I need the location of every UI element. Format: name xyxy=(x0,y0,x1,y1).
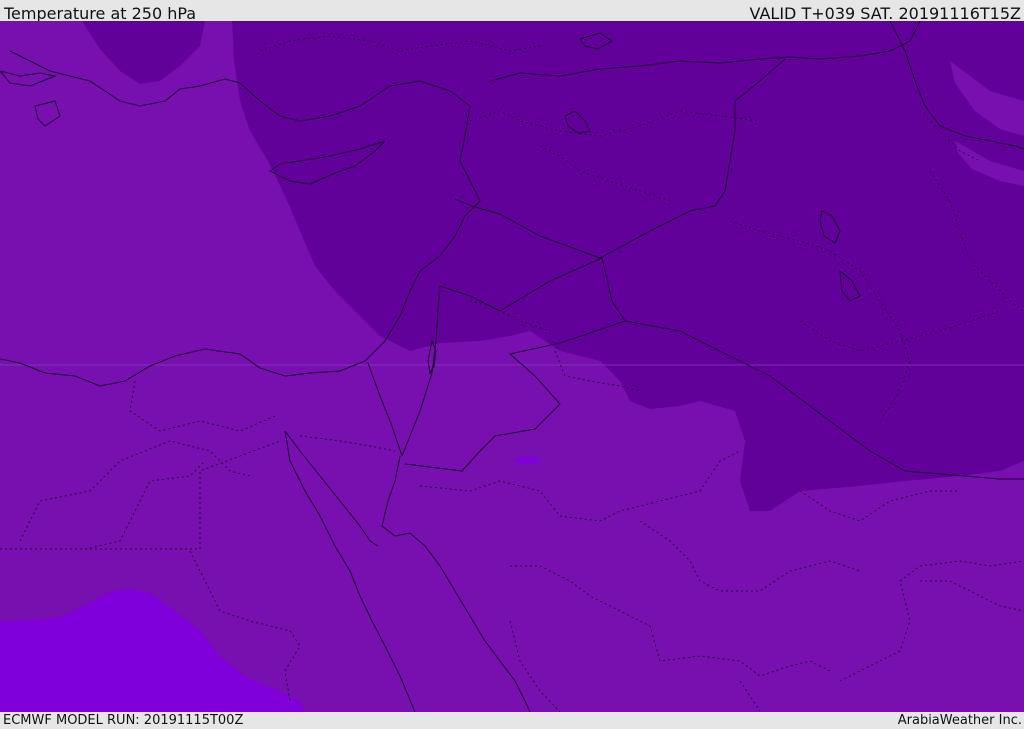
map-panel[interactable] xyxy=(0,21,1024,712)
credit-text: ArabiaWeather Inc. xyxy=(897,713,1022,728)
model-run: ECMWF MODEL RUN: 20191115T00Z xyxy=(3,713,244,728)
header-bar: Temperature at 250 hPa VALID T+039 SAT. … xyxy=(0,0,1024,23)
footer-bar: ECMWF MODEL RUN: 20191115T00Z ArabiaWeat… xyxy=(0,712,1024,729)
map-canvas xyxy=(0,21,1024,712)
temperature-field-warm-spot xyxy=(514,456,540,464)
